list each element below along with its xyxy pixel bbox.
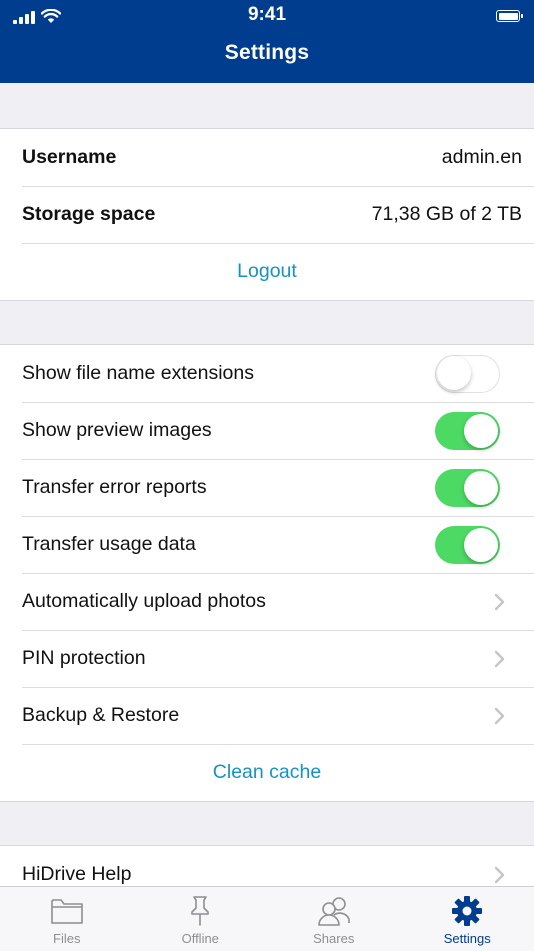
tab-offline-label: Offline — [182, 931, 219, 946]
options-section: Show file name extensions Show preview i… — [0, 344, 534, 802]
account-section: Username admin.en Storage space 71,38 GB… — [0, 128, 534, 301]
pin-icon — [183, 895, 217, 927]
status-time: 9:41 — [0, 4, 534, 26]
gear-icon — [450, 895, 484, 927]
pin-protection-label: PIN protection — [22, 647, 493, 670]
users-icon — [317, 895, 351, 927]
tab-offline[interactable]: Offline — [134, 887, 268, 951]
tab-shares-label: Shares — [313, 931, 354, 946]
chevron-right-icon — [493, 649, 507, 669]
transfer-usage-data-toggle[interactable] — [435, 526, 500, 564]
tab-files-label: Files — [53, 931, 80, 946]
show-preview-images-toggle[interactable] — [435, 412, 500, 450]
transfer-error-reports-label: Transfer error reports — [22, 476, 435, 499]
navigation-bar: 9:41 Settings — [0, 0, 534, 83]
username-label: Username — [22, 146, 442, 169]
storage-row: Storage space 71,38 GB of 2 TB — [0, 186, 534, 243]
backup-restore-label: Backup & Restore — [22, 704, 493, 727]
tab-bar: Files Offline Shares — [0, 886, 534, 951]
backup-restore-row[interactable]: Backup & Restore — [0, 687, 534, 744]
logout-label: Logout — [237, 260, 297, 283]
show-file-name-extensions-row: Show file name extensions — [0, 345, 534, 402]
storage-value: 71,38 GB of 2 TB — [372, 203, 522, 226]
storage-label: Storage space — [22, 203, 372, 226]
chevron-right-icon — [493, 706, 507, 726]
clean-cache-label: Clean cache — [213, 761, 321, 784]
tab-files[interactable]: Files — [0, 887, 134, 951]
transfer-usage-data-row: Transfer usage data — [0, 516, 534, 573]
page-title: Settings — [0, 41, 534, 65]
transfer-error-reports-toggle[interactable] — [435, 469, 500, 507]
tab-settings-label: Settings — [444, 931, 491, 946]
folder-icon — [50, 895, 84, 927]
battery-icon — [496, 10, 520, 22]
logout-button[interactable]: Logout — [0, 243, 534, 300]
pin-protection-row[interactable]: PIN protection — [0, 630, 534, 687]
transfer-error-reports-row: Transfer error reports — [0, 459, 534, 516]
hidrive-help-label: HiDrive Help — [22, 863, 493, 886]
chevron-right-icon — [493, 592, 507, 612]
show-file-name-extensions-label: Show file name extensions — [22, 362, 435, 385]
transfer-usage-data-label: Transfer usage data — [22, 533, 435, 556]
automatically-upload-photos-label: Automatically upload photos — [22, 590, 493, 613]
clean-cache-button[interactable]: Clean cache — [0, 744, 534, 801]
username-row: Username admin.en — [0, 129, 534, 186]
show-file-name-extensions-toggle[interactable] — [435, 355, 500, 393]
tab-shares[interactable]: Shares — [267, 887, 401, 951]
chevron-right-icon — [493, 865, 507, 885]
username-value: admin.en — [442, 146, 522, 169]
tab-settings[interactable]: Settings — [401, 887, 534, 951]
automatically-upload-photos-row[interactable]: Automatically upload photos — [0, 573, 534, 630]
show-preview-images-row: Show preview images — [0, 402, 534, 459]
show-preview-images-label: Show preview images — [22, 419, 435, 442]
